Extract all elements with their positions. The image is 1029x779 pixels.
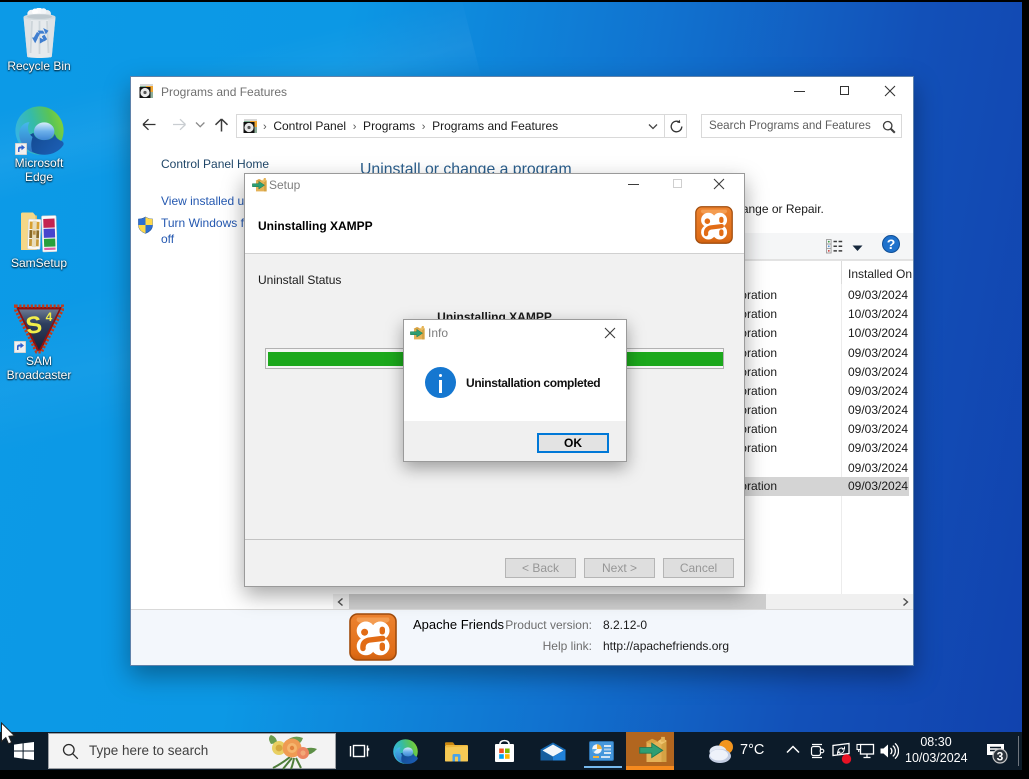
svg-text:3: 3: [997, 750, 1004, 764]
svg-text:4: 4: [46, 310, 53, 324]
